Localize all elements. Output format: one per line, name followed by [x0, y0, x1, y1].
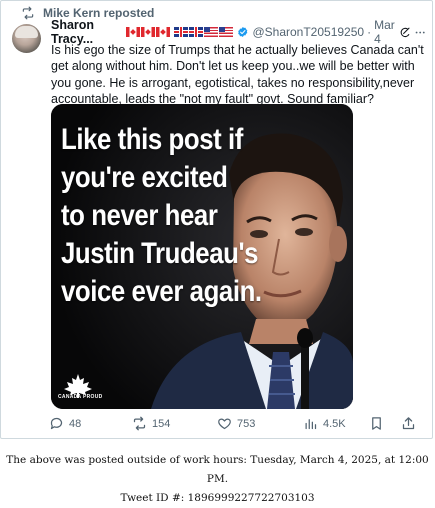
- uk-flag-icon: [188, 27, 203, 37]
- tweet-text: Is his ego the size of Trumps that he ac…: [51, 43, 424, 106]
- us-flag-icon: [203, 27, 218, 37]
- canada-flag-icon: [140, 27, 155, 37]
- more-options-icon[interactable]: [414, 25, 426, 40]
- canada-flag-icon: [155, 27, 170, 37]
- bookmark-icon: [372, 417, 381, 430]
- avatar[interactable]: [12, 24, 41, 53]
- repost-button[interactable]: 154: [132, 416, 170, 431]
- verified-badge-icon[interactable]: [237, 25, 249, 39]
- canada-flag-icon: [125, 27, 140, 37]
- heart-icon: [218, 418, 231, 430]
- image-overlay-text: Like this post if you're excited to neve…: [61, 123, 262, 308]
- tweet-media-image[interactable]: Like this post if you're excited to neve…: [51, 104, 353, 409]
- repost-count: 154: [152, 417, 171, 430]
- views-button[interactable]: 4.5K: [303, 416, 346, 431]
- tweet-id-note: Tweet ID #: 1896999227722703103: [120, 492, 315, 504]
- share-icon: [402, 417, 415, 430]
- share-button[interactable]: [401, 416, 416, 431]
- reply-icon: [50, 417, 63, 430]
- tweet-header: Sharon Tracy... @SharonT20519250 · Mar 4: [51, 18, 426, 46]
- repost-icon: [133, 416, 146, 431]
- us-flag-icon: [218, 27, 233, 37]
- tweet-actions: 48 154 753 4.5K: [49, 416, 429, 436]
- bookmark-button[interactable]: [369, 416, 384, 431]
- author-handle[interactable]: @SharonT20519250: [252, 25, 364, 39]
- views-chart-icon: [305, 419, 317, 430]
- uk-flag-icon: [173, 27, 188, 37]
- flag-emojis: [125, 27, 233, 37]
- like-button[interactable]: 753: [217, 416, 255, 431]
- separator-dot: ·: [367, 25, 372, 39]
- logo-label: CANADA PROUD: [58, 394, 103, 400]
- reply-count: 48: [69, 417, 82, 430]
- views-count: 4.5K: [323, 417, 346, 430]
- posted-time-note: The above was posted outside of work hou…: [6, 454, 429, 485]
- like-count: 753: [237, 417, 256, 430]
- footer-caption: The above was posted outside of work hou…: [0, 451, 435, 508]
- tweet-card[interactable]: Mike Kern reposted Sharon Tracy... @Shar…: [0, 0, 433, 439]
- repost-icon: [22, 6, 34, 20]
- reply-button[interactable]: 48: [49, 416, 81, 431]
- grok-icon[interactable]: [399, 25, 411, 40]
